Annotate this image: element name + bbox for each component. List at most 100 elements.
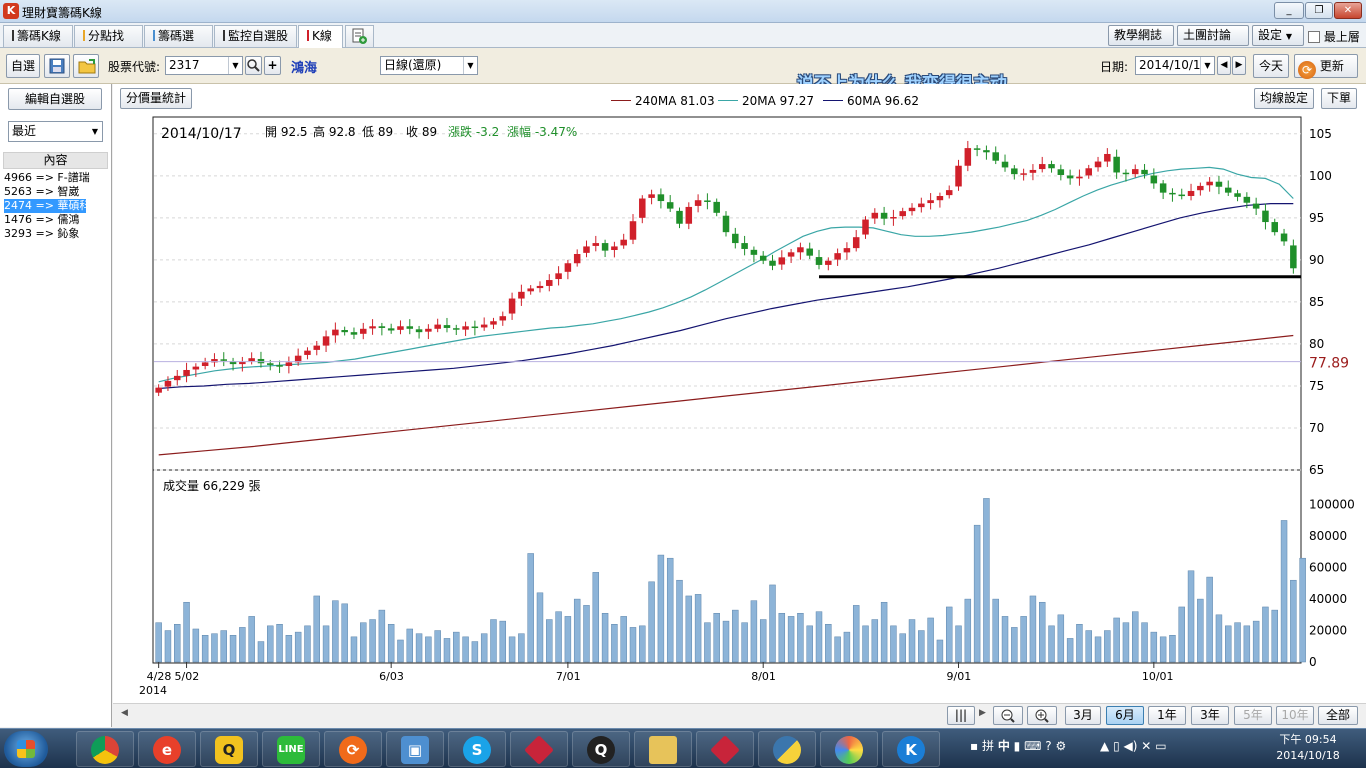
period-10y-button[interactable]: 10年 bbox=[1276, 706, 1314, 725]
candle-down bbox=[1141, 169, 1148, 175]
volume-bar bbox=[1057, 614, 1065, 663]
taskbar-line[interactable]: LINE bbox=[262, 731, 320, 767]
candle-down bbox=[759, 255, 767, 261]
refresh-button[interactable]: ⟳ 更新 bbox=[1294, 54, 1358, 79]
taskbar-skype[interactable]: S bbox=[448, 731, 506, 767]
tray-network-icon[interactable]: ✕ bbox=[1141, 739, 1151, 753]
taskbar-ie[interactable]: e bbox=[138, 731, 196, 767]
start-button[interactable] bbox=[4, 731, 48, 767]
prev-date-button[interactable]: ◀ bbox=[1217, 56, 1231, 75]
volume-tick-label: 80000 bbox=[1309, 529, 1347, 543]
taskbar-python[interactable] bbox=[758, 731, 816, 767]
tray-fullwidth-icon[interactable]: ▮ bbox=[1014, 739, 1021, 753]
tray-monitor-icon[interactable]: ▭ bbox=[1155, 739, 1166, 753]
taskbar-kline-app[interactable]: K bbox=[882, 731, 940, 767]
taskbar-clock[interactable]: 下午 09:54 2014/10/18 bbox=[1272, 732, 1344, 764]
tab-chip-kline[interactable]: 籌碼K線 bbox=[3, 25, 73, 47]
save-button[interactable] bbox=[44, 54, 70, 78]
next-date-button[interactable]: ▶ bbox=[1232, 56, 1246, 75]
volume-bar bbox=[508, 636, 516, 663]
tray-device-icon[interactable]: ▯ bbox=[1113, 739, 1120, 753]
taskbar-chrome[interactable] bbox=[76, 731, 134, 767]
volume-bar bbox=[164, 630, 172, 663]
tray-app-icon[interactable]: ▪ bbox=[970, 739, 978, 753]
scroll-left-icon[interactable]: ◀ bbox=[121, 708, 128, 718]
tray-help-icon[interactable]: ? bbox=[1045, 739, 1051, 753]
volume-tick-label: 0 bbox=[1309, 655, 1317, 669]
chevron-down-icon[interactable]: ▼ bbox=[1200, 57, 1214, 74]
watchlist-filter-select[interactable]: 最近 ▼ bbox=[8, 121, 103, 142]
list-item[interactable]: 1476 => 儒鴻 bbox=[4, 213, 110, 227]
tutorial-blog-button[interactable]: 教學網誌 bbox=[1108, 25, 1174, 46]
settings-dropdown[interactable]: 設定 ▼ bbox=[1252, 25, 1304, 46]
tray-pinyin-icon[interactable]: 拼 bbox=[982, 739, 994, 753]
tab-bar: 籌碼K線 分點找股 籌碼選股 監控自選股 K線 教學網誌 土團討論 9+ 設定 … bbox=[0, 23, 1366, 63]
chevron-down-icon[interactable]: ▼ bbox=[228, 57, 242, 74]
taskbar-app-orange[interactable]: ⟳ bbox=[324, 731, 382, 767]
taskbar-explorer[interactable] bbox=[634, 731, 692, 767]
forum-button[interactable]: 土團討論 9+ bbox=[1177, 25, 1249, 63]
candle-up bbox=[945, 190, 953, 196]
candle-up bbox=[936, 196, 944, 201]
add-tab-button[interactable] bbox=[345, 25, 374, 47]
tab-monitor[interactable]: 監控自選股 bbox=[214, 25, 297, 47]
search-button[interactable] bbox=[245, 56, 262, 75]
taskbar-ruby-1[interactable] bbox=[510, 731, 568, 767]
period-3y-button[interactable]: 3年 bbox=[1191, 706, 1229, 725]
period-3m-button[interactable]: 3月 bbox=[1065, 706, 1101, 725]
candle-down bbox=[471, 326, 479, 329]
taskbar-app-yellow[interactable]: Q bbox=[200, 731, 258, 767]
today-button[interactable]: 今天 bbox=[1253, 54, 1289, 78]
date-input[interactable]: 2014/10/1 ▼ bbox=[1135, 56, 1215, 75]
tray-keyboard-icon[interactable]: ⌨ bbox=[1024, 739, 1041, 753]
scroll-right-icon[interactable]: ▶ bbox=[979, 708, 986, 718]
taskbar-network[interactable]: ▣ bbox=[386, 731, 444, 767]
chevron-down-icon[interactable]: ▼ bbox=[463, 57, 477, 74]
tray-volume-icon[interactable]: ◀) bbox=[1124, 739, 1138, 753]
paint-palette-icon bbox=[835, 736, 863, 764]
volume-bar bbox=[713, 612, 720, 663]
period-1y-button[interactable]: 1年 bbox=[1148, 706, 1186, 725]
stock-code-input[interactable]: 2317 ▼ bbox=[165, 56, 243, 75]
volume-bar bbox=[704, 622, 711, 663]
topmost-checkbox[interactable] bbox=[1308, 31, 1320, 43]
taskbar-paint[interactable] bbox=[820, 731, 878, 767]
zoom-in-button[interactable] bbox=[1027, 706, 1057, 725]
period-5y-button[interactable]: 5年 bbox=[1234, 706, 1272, 725]
app-orange-icon: ⟳ bbox=[339, 736, 367, 764]
scroll-thumb[interactable]: ||| bbox=[947, 706, 975, 725]
close-button[interactable]: ✕ bbox=[1334, 2, 1362, 19]
period-6m-button[interactable]: 6月 bbox=[1106, 706, 1144, 725]
candle-up bbox=[787, 252, 795, 257]
chart-panel: 分價量統計 240MA 81.03 20MA 97.27 60MA 96.62 … bbox=[113, 84, 1366, 727]
list-item[interactable]: 3293 => 鈊象 bbox=[4, 227, 110, 241]
restore-button[interactable]: ❐ bbox=[1305, 2, 1333, 19]
edit-watchlist-button[interactable]: 編輯自選股 bbox=[8, 88, 102, 110]
open-folder-button[interactable] bbox=[73, 54, 99, 78]
tab-chip-select[interactable]: 籌碼選股 bbox=[144, 25, 213, 63]
ime-indicator[interactable]: 中 bbox=[998, 739, 1010, 753]
period-select[interactable]: 日線(還原) ▼ bbox=[380, 56, 478, 75]
self-select-button[interactable]: 自選 bbox=[6, 54, 40, 78]
tab-kline[interactable]: K線 bbox=[298, 25, 343, 48]
kline-chart[interactable]: 105 100 95 90 85 80 75 70 65 100000 80000 60000 4000… bbox=[113, 84, 1366, 702]
add-stock-button[interactable]: + bbox=[264, 56, 281, 75]
period-all-button[interactable]: 全部 bbox=[1318, 706, 1358, 725]
volume-bar bbox=[248, 616, 255, 663]
taskbar-ruby-2[interactable] bbox=[696, 731, 754, 767]
topmost-toggle[interactable]: 最上層 bbox=[1308, 28, 1360, 45]
tray-expand-icon[interactable]: ▲ bbox=[1100, 739, 1109, 753]
list-item[interactable]: 5263 => 智崴 bbox=[4, 185, 110, 199]
minimize-button[interactable]: _ bbox=[1274, 2, 1304, 19]
date-value: 2014/10/1 bbox=[1139, 58, 1201, 72]
list-item[interactable]: 4966 => F-譜瑞 bbox=[4, 171, 110, 185]
zoom-out-button[interactable] bbox=[993, 706, 1023, 725]
candle-up bbox=[955, 165, 962, 187]
candle-down bbox=[1280, 233, 1288, 242]
taskbar-qq[interactable]: Q bbox=[572, 731, 630, 767]
tab-broker-find[interactable]: 分點找股 bbox=[74, 25, 143, 63]
list-item-selected[interactable]: 2474 => 華碩科 bbox=[4, 199, 90, 213]
tray-settings-icon[interactable]: ⚙ bbox=[1055, 739, 1066, 753]
computer-icon: ▣ bbox=[401, 736, 429, 764]
volume-bar bbox=[276, 624, 283, 663]
